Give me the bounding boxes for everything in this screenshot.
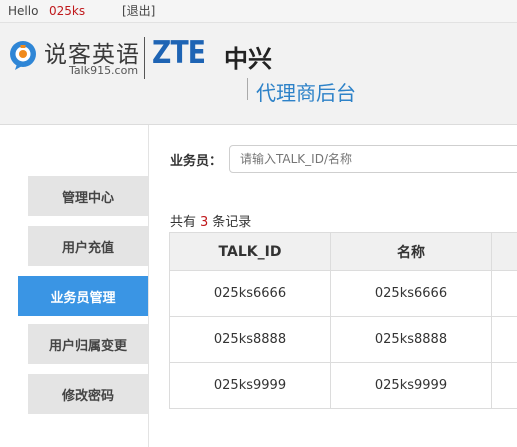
table-row: 025ks6666 025ks6666 [170, 271, 517, 317]
sidebar-item-label: 修改密码 [61, 388, 114, 404]
title-divider [247, 78, 248, 100]
column-header-extra [492, 233, 517, 270]
speech-bubble-logo-icon [10, 41, 36, 70]
brand-url: Talk915.com [69, 64, 139, 77]
username: 025ks [49, 4, 86, 18]
cell-extra [492, 317, 517, 362]
table-row: 025ks9999 025ks9999 [170, 363, 517, 409]
cell-talk-id: 025ks6666 [170, 271, 331, 316]
sidebar-item-label: 用户充值 [61, 240, 114, 256]
column-header-name: 名称 [331, 233, 492, 270]
cell-extra [492, 363, 517, 408]
greeting-text: Hello [8, 4, 39, 18]
search-label: 业务员： [170, 154, 223, 169]
sidebar-item-user-ownership-change[interactable]: 用户归属变更 [28, 324, 148, 364]
table-header: TALK_ID 名称 [170, 233, 517, 271]
sidebar-item-change-password[interactable]: 修改密码 [28, 374, 148, 414]
sidebar-item-user-recharge[interactable]: 用户充值 [28, 226, 148, 266]
cell-name: 025ks8888 [331, 317, 492, 362]
header: 说客英语 Talk915.com ZTE 中兴 代理商后台 [0, 23, 517, 125]
record-count-prefix: 共有 [170, 215, 197, 230]
table-row: 025ks8888 025ks8888 [170, 317, 517, 363]
cell-name: 025ks6666 [331, 271, 492, 316]
record-count-number: 3 [200, 215, 209, 230]
cell-talk-id: 025ks9999 [170, 363, 331, 408]
search-input[interactable] [229, 145, 517, 173]
page-title: 代理商后台 [256, 81, 356, 105]
sidebar-item-management-center[interactable]: 管理中心 [28, 176, 148, 216]
sidebar-item-label: 用户归属变更 [48, 338, 127, 354]
column-header-talk-id: TALK_ID [170, 233, 331, 270]
sidebar: 管理中心 用户充值 业务员管理 用户归属变更 修改密码 [0, 125, 149, 447]
talk915-logo: 说客英语 Talk915.com [7, 37, 139, 83]
sidebar-item-salesperson-management[interactable]: 业务员管理 [18, 276, 148, 316]
record-count-suffix: 条记录 [212, 215, 252, 230]
record-count: 共有 3 条记录 [170, 211, 251, 230]
cell-extra [492, 271, 517, 316]
zte-logo-cn: 中兴 [224, 45, 272, 73]
cell-name: 025ks9999 [331, 363, 492, 408]
logout-link[interactable]: [退出] [122, 0, 155, 22]
logo-divider [144, 37, 145, 79]
top-bar: Hello 025ks [退出] [0, 0, 517, 23]
salesperson-table: TALK_ID 名称 025ks6666 025ks6666 025ks8888… [169, 232, 517, 409]
sidebar-item-label: 管理中心 [61, 190, 114, 206]
sidebar-item-label: 业务员管理 [50, 290, 116, 306]
zte-logo-text: ZTE [152, 35, 206, 71]
cell-talk-id: 025ks8888 [170, 317, 331, 362]
